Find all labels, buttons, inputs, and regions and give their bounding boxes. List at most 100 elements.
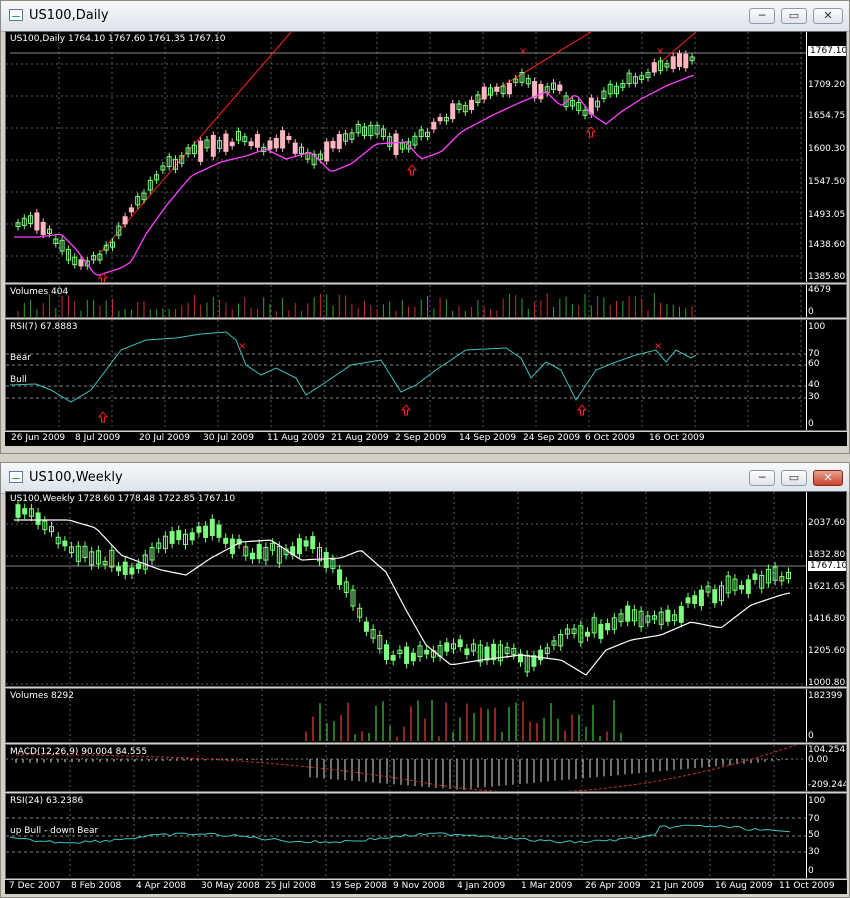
weekly-price-pane[interactable]: US100,Weekly 1728.60 1778.48 1722.85 176… — [5, 491, 847, 687]
weekly-date-tick: 11 Oct 2009 — [779, 881, 835, 891]
daily-date-tick: 2 Sep 2009 — [395, 433, 447, 443]
candle-body — [122, 561, 128, 575]
bull-bear-level-label: up Bull - down Bear — [10, 826, 99, 836]
daily-volume-chart — [17, 285, 802, 317]
daily-date-tick: 20 Jul 2009 — [139, 433, 190, 443]
weekly-title-bar[interactable]: US100,Weekly ─ ▭ ✕ — [1, 463, 849, 494]
candle-body — [598, 623, 604, 639]
candle-body — [424, 649, 430, 655]
candle-body — [303, 540, 309, 547]
weekly-volume-axis-max: 182399 — [808, 691, 843, 701]
candle-body — [128, 207, 134, 213]
daily-date-tick: 8 Jul 2009 — [75, 433, 121, 443]
candle-body — [336, 133, 342, 149]
rsi-line — [9, 331, 697, 403]
candle-body — [189, 532, 195, 541]
candle-body — [198, 140, 204, 162]
candle-body — [484, 646, 490, 661]
weekly-volume-label: Volumes 8292 — [10, 691, 74, 701]
candle-body — [116, 566, 121, 572]
daily-rsi-chart: × × — [6, 320, 806, 430]
candle-body — [330, 140, 336, 149]
daily-rsi-axis-tick: 100 — [808, 322, 826, 332]
daily-price-axis-tick: 1493.05 — [808, 210, 846, 220]
candle-body — [273, 137, 279, 149]
daily-window-title: US100,Daily — [29, 8, 109, 23]
weekly-date-tick: 1 Mar 2009 — [521, 881, 573, 891]
daily-price-chart: × × — [6, 32, 806, 282]
candle-body — [538, 83, 544, 100]
minimize-button[interactable]: ─ — [749, 8, 775, 24]
candle-body — [22, 508, 28, 515]
candle-body — [739, 585, 745, 590]
weekly-rsi-pane[interactable]: RSI(24) 63.2386 up Bull - down Bear 100 … — [5, 793, 847, 879]
weekly-date-tick: 16 Aug 2009 — [715, 881, 773, 891]
candle-body — [363, 621, 369, 632]
signal-marker-x: × — [656, 46, 664, 57]
chart-window-icon — [9, 9, 23, 21]
close-button[interactable]: ✕ — [813, 8, 843, 24]
daily-price-axis-tick: 1547.50 — [808, 177, 846, 187]
weekly-rsi-axis-tick: 100 — [808, 796, 826, 806]
weekly-window-title: US100,Weekly — [29, 470, 123, 485]
weekly-date-tick: 4 Apr 2008 — [136, 881, 186, 891]
weekly-rsi-axis-tick: 50 — [808, 830, 820, 840]
signal-marker-x: × — [238, 341, 246, 352]
candle-body — [670, 56, 676, 70]
candle-body — [248, 141, 254, 147]
candle-body — [209, 518, 215, 537]
daily-date-axis: 26 Jun 2009 8 Jul 2009 20 Jul 2009 30 Ju… — [5, 432, 847, 446]
weekly-date-tick: 7 Dec 2007 — [9, 881, 61, 891]
daily-price-axis-tick: 1709.20 — [808, 80, 846, 90]
daily-title-bar[interactable]: US100,Daily ─ ▭ ✕ — [1, 1, 849, 32]
weekly-rsi-label: RSI(24) 63.2386 — [10, 796, 84, 806]
candle-body — [254, 134, 260, 148]
candle-body — [203, 525, 209, 538]
weekly-macd-label: MACD(12,26,9) 90.004 84.555 — [10, 747, 148, 757]
candle-body — [292, 142, 298, 154]
daily-rsi-pane[interactable]: × × RSI(7) 67.8883 Bear Bull 100 70 60 40… — [5, 319, 847, 431]
weekly-price-axis-tick: 1621.65 — [808, 582, 846, 592]
candle-body — [286, 135, 292, 141]
weekly-rsi-chart — [6, 794, 806, 878]
weekly-chart-window: US100,Weekly ─ ▭ ✕ US100,Weekly 1728.60 … — [0, 462, 850, 898]
candle-body — [15, 504, 21, 518]
daily-rsi-axis-tick: 70 — [808, 349, 820, 359]
candle-body — [35, 512, 41, 525]
daily-date-tick: 14 Sep 2009 — [459, 433, 517, 443]
candle-body — [712, 589, 718, 604]
trendline — [100, 32, 292, 253]
weekly-date-tick: 30 May 2008 — [201, 881, 260, 891]
minimize-button[interactable]: ─ — [749, 470, 775, 486]
candle-body — [40, 221, 46, 235]
candle-body — [393, 133, 399, 156]
weekly-macd-axis-tick: 0.00 — [808, 755, 829, 765]
daily-volume-pane[interactable]: Volumes 404 4679 0 — [5, 284, 847, 318]
close-button[interactable]: ✕ — [813, 470, 843, 486]
weekly-volume-pane[interactable]: Volumes 8292 182399 0 — [5, 688, 847, 743]
daily-volume-label: Volumes 404 — [10, 287, 69, 297]
daily-rsi-axis-tick: 0 — [808, 419, 814, 429]
candle-body — [683, 53, 689, 69]
daily-date-tick: 24 Sep 2009 — [523, 433, 581, 443]
weekly-volume-chart — [69, 689, 775, 742]
daily-price-pane[interactable]: × × US100,Daily 1764.10 1767.60 1761.35 1… — [5, 31, 847, 283]
candle-body — [557, 84, 563, 91]
candle-body — [625, 605, 631, 622]
daily-date-tick: 6 Oct 2009 — [585, 433, 635, 443]
candle-body — [267, 140, 273, 150]
restore-button[interactable]: ▭ — [781, 470, 807, 486]
weekly-price-axis-tick: 2037.60 — [808, 518, 846, 528]
candle-body — [437, 116, 443, 122]
weekly-price-chart — [6, 492, 806, 686]
candle-body — [296, 538, 302, 555]
weekly-macd-pane[interactable]: MACD(12,26,9) 90.004 84.555 104.254 0.00… — [5, 744, 847, 792]
candle-body — [491, 643, 497, 661]
candle-body — [481, 86, 487, 100]
candle-body — [136, 563, 142, 570]
daily-price-label: US100,Daily 1764.10 1767.60 1761.35 1767… — [10, 34, 226, 44]
candle-body — [457, 639, 463, 648]
candle-body — [745, 579, 751, 594]
signal-marker-x: × — [654, 341, 662, 352]
restore-button[interactable]: ▭ — [781, 8, 807, 24]
